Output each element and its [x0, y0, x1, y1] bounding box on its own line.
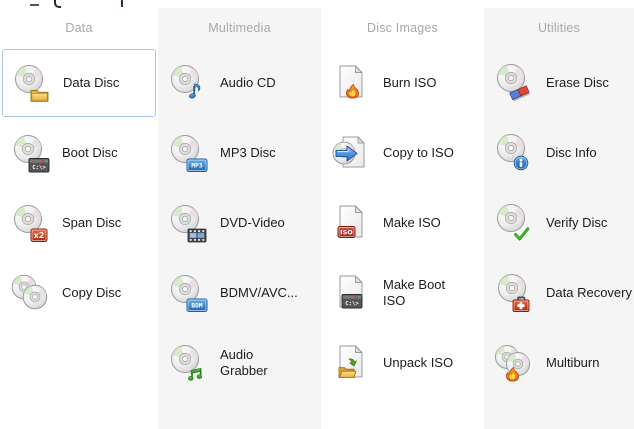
svg-text:C:\>: C:\> [345, 301, 359, 307]
verify-disc-icon [494, 203, 534, 243]
task-label: Verify Disc [546, 215, 607, 231]
dvd-video-icon [168, 203, 208, 243]
svg-text:ISO: ISO [340, 228, 353, 236]
column-items-multimedia: Audio CD MP3 MP3 Disc DVD-Video BDM BDMV/A… [158, 48, 321, 398]
svg-text:MP3: MP3 [191, 162, 202, 169]
audio-grabber-icon [168, 343, 208, 383]
task-label: DVD-Video [220, 215, 285, 231]
task-label: Boot Disc [62, 145, 118, 161]
task-erase-disc[interactable]: Erase Disc [484, 48, 634, 118]
svg-text:BDM: BDM [191, 302, 202, 309]
task-label: Data Disc [63, 75, 119, 91]
column-items-disc-images: Burn ISO Copy to ISO ISO Make ISO C:\> Mak… [321, 48, 484, 398]
task-label: Erase Disc [546, 75, 609, 91]
task-label: Disc Info [546, 145, 597, 161]
task-label: Burn ISO [383, 75, 436, 91]
task-label: Make ISO [383, 215, 441, 231]
column-data: Data Data Disc C:\> Boot Disc x2 Span Disc… [0, 8, 158, 429]
column-disc-images: Disc Images Burn ISO Copy to ISO ISO Make… [321, 8, 484, 429]
task-data-recovery[interactable]: Data Recovery [484, 258, 634, 328]
task-make-boot-iso[interactable]: C:\> Make Boot ISO [321, 258, 484, 328]
task-bdmv-avc[interactable]: BDM BDMV/AVC... [158, 258, 321, 328]
copy-disc-icon [10, 273, 50, 313]
disc-info-icon [494, 133, 534, 173]
task-label: Make Boot ISO [383, 277, 461, 310]
erase-disc-icon [494, 63, 534, 103]
task-label: BDMV/AVC... [220, 285, 298, 301]
multiburn-icon [494, 343, 534, 383]
task-audio-cd[interactable]: Audio CD [158, 48, 321, 118]
make-boot-iso-icon: C:\> [331, 273, 371, 313]
task-mp3-disc[interactable]: MP3 MP3 Disc [158, 118, 321, 188]
task-verify-disc[interactable]: Verify Disc [484, 188, 634, 258]
column-header-utilities: Utilities [484, 8, 634, 48]
column-items-data: Data Disc C:\> Boot Disc x2 Span Disc Copy… [0, 49, 158, 328]
clipped-text-remnant [121, 0, 123, 7]
svg-text:C:\>: C:\> [32, 165, 46, 171]
task-label: Multiburn [546, 355, 599, 371]
task-data-disc[interactable]: Data Disc [2, 49, 156, 117]
data-recovery-icon [494, 273, 534, 313]
column-multimedia: Multimedia Audio CD MP3 MP3 Disc DVD-Vide… [158, 8, 321, 429]
task-boot-disc[interactable]: C:\> Boot Disc [0, 118, 158, 188]
boot-disc-icon: C:\> [10, 133, 50, 173]
data-disc-icon [11, 63, 51, 103]
task-label: Audio CD [220, 75, 276, 91]
task-make-iso[interactable]: ISO Make ISO [321, 188, 484, 258]
task-copy-disc[interactable]: Copy Disc [0, 258, 158, 328]
clipped-text-remnant [54, 0, 61, 8]
task-disc-info[interactable]: Disc Info [484, 118, 634, 188]
task-label: Span Disc [62, 215, 121, 231]
clipped-text-remnant [30, 4, 39, 6]
task-label: Audio Grabber [220, 347, 304, 380]
task-label: MP3 Disc [220, 145, 276, 161]
bdmv-avchd-icon: BDM [168, 273, 208, 313]
span-disc-icon: x2 [10, 203, 50, 243]
copy-to-iso-icon [331, 133, 371, 173]
task-audio-grabber[interactable]: Audio Grabber [158, 328, 321, 398]
column-header-disc-images: Disc Images [321, 8, 484, 48]
task-dvd-video[interactable]: DVD-Video [158, 188, 321, 258]
task-label: Copy Disc [62, 285, 121, 301]
task-label: Data Recovery [546, 285, 632, 301]
column-header-data: Data [0, 8, 158, 48]
task-label: Unpack ISO [383, 355, 453, 371]
task-span-disc[interactable]: x2 Span Disc [0, 188, 158, 258]
mp3-disc-icon: MP3 [168, 133, 208, 173]
clipped-title-strip [0, 0, 634, 8]
make-iso-icon: ISO [331, 203, 371, 243]
column-header-multimedia: Multimedia [158, 8, 321, 48]
task-burn-iso[interactable]: Burn ISO [321, 48, 484, 118]
column-items-utilities: Erase Disc Disc Info Verify Disc Data Re… [484, 48, 634, 398]
unpack-iso-icon [331, 343, 371, 383]
audio-cd-icon [168, 63, 208, 103]
task-copy-to-iso[interactable]: Copy to ISO [321, 118, 484, 188]
task-label: Copy to ISO [383, 145, 454, 161]
column-utilities: Utilities Erase Disc Disc Info Verify Di… [484, 8, 634, 429]
task-unpack-iso[interactable]: Unpack ISO [321, 328, 484, 398]
burn-iso-icon [331, 63, 371, 103]
task-multiburn[interactable]: Multiburn [484, 328, 634, 398]
svg-text:x2: x2 [34, 231, 45, 240]
